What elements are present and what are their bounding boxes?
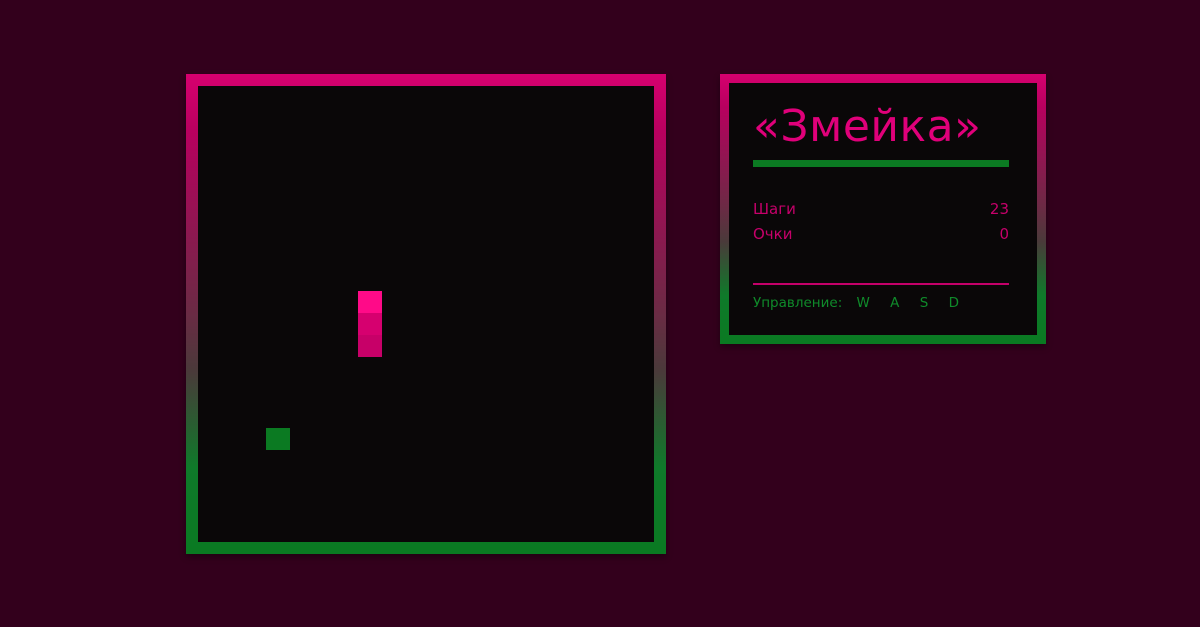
title-underline [753,160,1009,167]
snake-body-segment [358,335,382,357]
game-board[interactable] [198,86,654,542]
info-panel-frame: «Змейка» Шаги 23 Очки 0 Управление: W A … [720,74,1046,344]
stat-label-score: Очки [753,225,793,243]
stat-label-steps: Шаги [753,200,796,218]
info-panel: «Змейка» Шаги 23 Очки 0 Управление: W A … [729,83,1037,335]
game-board-frame [186,74,666,554]
stat-row-steps: Шаги 23 [753,200,1009,218]
stat-value-steps: 23 [989,200,1009,218]
controls-keys: W A S D [856,295,967,311]
game-title: «Змейка» [753,101,982,152]
food-item [266,428,290,450]
controls-hint: Управление: W A S D [753,295,967,311]
stat-row-score: Очки 0 [753,225,1009,243]
divider [753,283,1009,285]
snake-head [358,291,382,313]
controls-label: Управление: [753,295,843,311]
stat-value-score: 0 [999,225,1009,243]
snake-body-segment [358,313,382,335]
